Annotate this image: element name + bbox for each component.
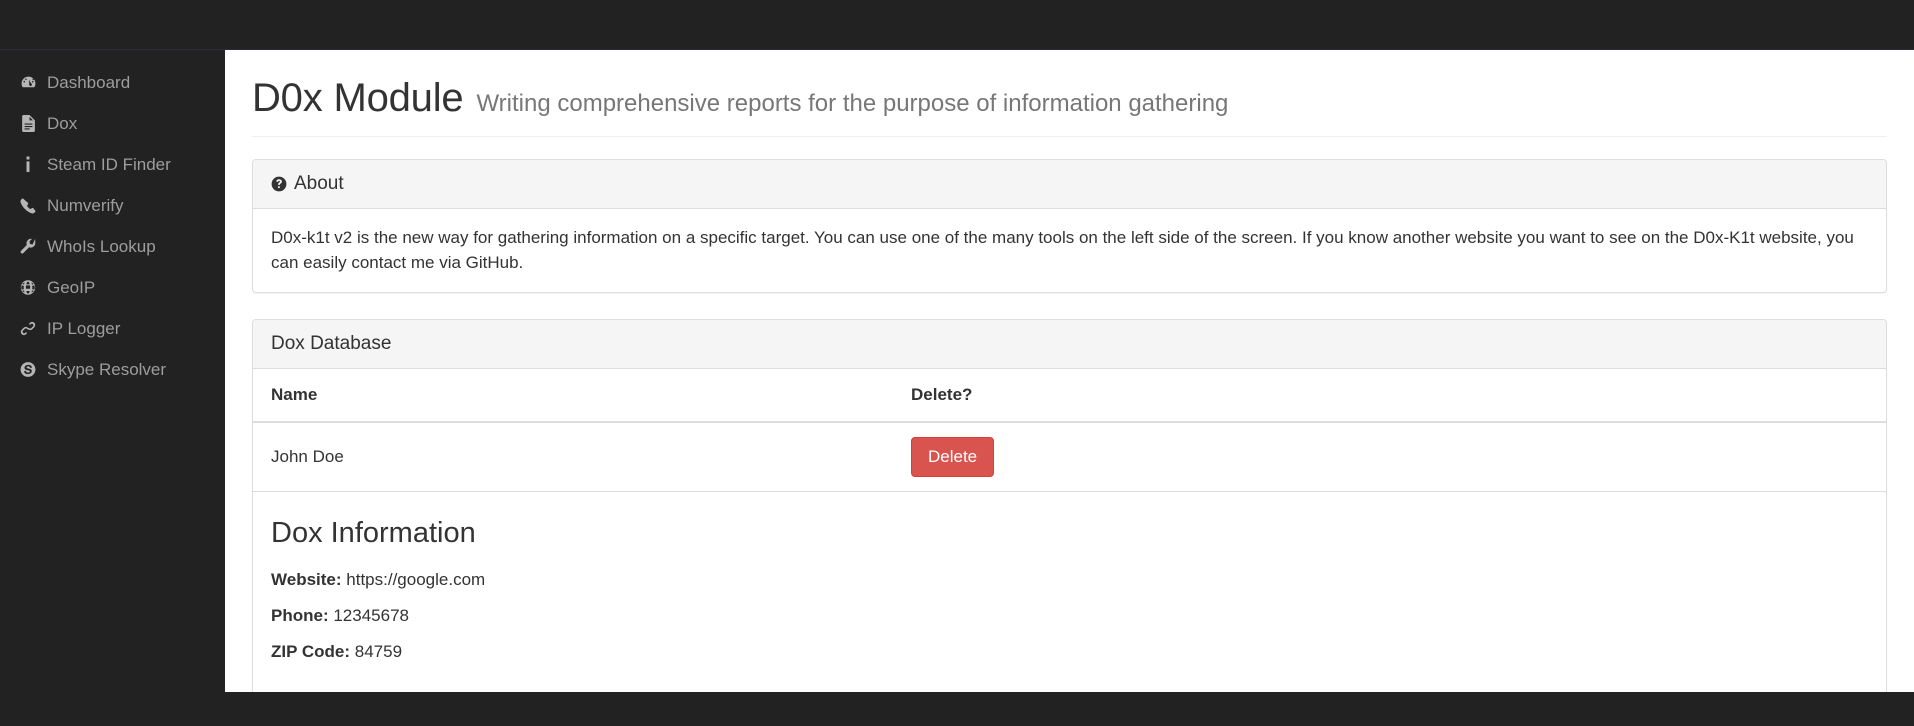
content-inner: D0x Module Writing comprehensive reports… — [225, 78, 1914, 692]
about-panel-body: D0x-k1t v2 is the new way for gathering … — [271, 228, 1854, 272]
about-panel: About D0x-k1t v2 is the new way for gath… — [252, 159, 1887, 294]
sidebar-item-steam-id-finder[interactable]: Steam ID Finder — [0, 144, 225, 185]
skype-icon — [18, 361, 38, 378]
sidebar-item-numverify[interactable]: Numverify — [0, 185, 225, 226]
wrench-icon — [18, 238, 38, 255]
dox-database-panel-body: Name Delete? John Doe Delete Dox Informa… — [253, 369, 1886, 692]
cell-delete: Delete — [893, 421, 1886, 493]
dox-info-phone-value: 12345678 — [333, 605, 409, 625]
dox-info-zip-value: 84759 — [354, 641, 403, 661]
dox-info-zip-key: ZIP Code: — [271, 641, 351, 661]
page-header: D0x Module Writing comprehensive reports… — [252, 78, 1887, 137]
question-circle-icon — [271, 176, 287, 192]
sidebar-item-label: Skype Resolver — [47, 360, 167, 379]
sidebar-item-label: WhoIs Lookup — [47, 237, 156, 256]
sidebar-item-label: GeoIP — [47, 278, 96, 297]
file-text-icon — [18, 115, 38, 132]
about-panel-title: About — [294, 173, 344, 194]
dox-database-table: Name Delete? John Doe Delete — [253, 369, 1886, 493]
sidebar-item-label: Numverify — [47, 196, 124, 215]
dox-database-panel-heading: Dox Database — [253, 320, 1886, 370]
sidebar-item-dashboard[interactable]: Dashboard — [0, 62, 225, 103]
dox-info-website: Website: https://google.com — [271, 568, 1868, 592]
dox-info-website-value: https://google.com — [346, 569, 486, 589]
sidebar-item-label: Dashboard — [47, 73, 131, 92]
dox-database-panel: Dox Database Name Delete? John Doe Delet… — [252, 319, 1887, 692]
dox-information-heading: Dox Information — [271, 517, 476, 550]
dox-info-phone: Phone: 12345678 — [271, 604, 1868, 628]
dox-info-website-key: Website: — [271, 569, 342, 589]
link-icon — [18, 320, 38, 337]
page-subtitle: Writing comprehensive reports for the pu… — [476, 90, 1229, 117]
sidebar-item-label: IP Logger — [47, 319, 121, 338]
column-header-delete: Delete? — [893, 369, 1886, 423]
dashboard-icon — [18, 74, 38, 91]
sidebar-item-label: Steam ID Finder — [47, 155, 171, 174]
main-content: D0x Module Writing comprehensive reports… — [225, 50, 1914, 692]
table-body: John Doe Delete — [253, 421, 1886, 493]
sidebar-item-whois-lookup[interactable]: WhoIs Lookup — [0, 226, 225, 267]
cell-name: John Doe — [253, 421, 893, 493]
dox-database-title: Dox Database — [271, 333, 392, 355]
about-panel-heading: About — [253, 160, 1886, 209]
table-head: Name Delete? — [253, 369, 1886, 423]
delete-button[interactable]: Delete — [911, 436, 995, 478]
dox-info-phone-key: Phone: — [271, 605, 329, 625]
info-icon — [18, 156, 38, 173]
table-header-row: Name Delete? — [253, 369, 1886, 423]
top-navbar — [0, 0, 1914, 50]
dox-information-section: Dox Information Website: https://google.… — [253, 492, 1886, 692]
dox-info-zip: ZIP Code: 84759 — [271, 640, 1868, 664]
sidebar-nav-list: Dashboard Dox Steam ID Finder Numverify … — [0, 50, 225, 390]
sidebar: Dashboard Dox Steam ID Finder Numverify … — [0, 50, 225, 726]
sidebar-item-geoip[interactable]: GeoIP — [0, 267, 225, 308]
sidebar-item-skype-resolver[interactable]: Skype Resolver — [0, 349, 225, 390]
sidebar-item-label: Dox — [47, 114, 78, 133]
column-header-name: Name — [253, 369, 893, 423]
phone-icon — [18, 197, 38, 214]
sidebar-item-dox[interactable]: Dox — [0, 103, 225, 144]
page-title: D0x Module — [252, 76, 464, 120]
sidebar-item-ip-logger[interactable]: IP Logger — [0, 308, 225, 349]
table-row: John Doe Delete — [253, 421, 1886, 493]
globe-icon — [18, 279, 38, 296]
